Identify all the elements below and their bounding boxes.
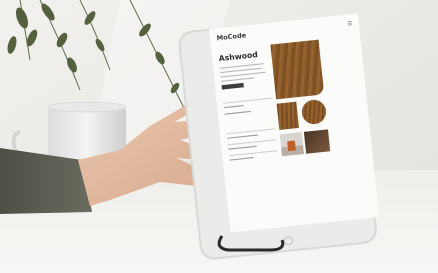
desc-text-line: [221, 77, 255, 83]
spec-text: [228, 145, 257, 151]
spec-text: [227, 134, 258, 140]
site-logo[interactable]: MoCode: [216, 32, 246, 43]
spec-text: [224, 110, 251, 116]
spec-divider: [228, 150, 278, 157]
spec-divider: [226, 128, 275, 135]
wood-swatch-square[interactable]: [276, 101, 300, 131]
wood-swatch-round[interactable]: [300, 98, 328, 126]
wood-panel-large[interactable]: [270, 39, 325, 100]
spec-divider: [223, 97, 272, 104]
interior-photo[interactable]: [279, 132, 304, 157]
room-photo[interactable]: [303, 129, 331, 154]
spec-text: [229, 157, 254, 162]
cta-button[interactable]: [221, 82, 244, 90]
menu-icon[interactable]: ☰: [347, 21, 353, 28]
spec-divider: [227, 139, 277, 146]
product-title: Ashwood: [218, 50, 259, 64]
spec-text: [223, 105, 244, 109]
tablet-screen: MoCode ☰ Ashwood: [209, 13, 380, 233]
